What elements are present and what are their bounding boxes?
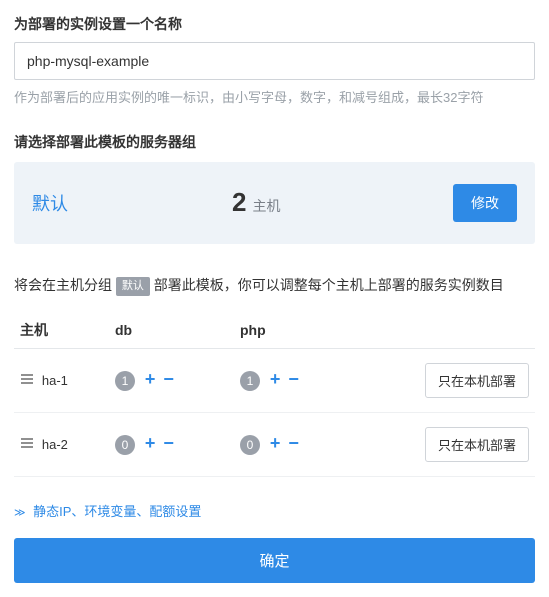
deploy-note: 将会在主机分组 默认 部署此模板，你可以调整每个主机上部署的服务实例数目 [14, 274, 535, 297]
db-decrement[interactable]: − [163, 434, 174, 452]
db-count: 1 [115, 371, 135, 391]
deploy-table: 主机 db php ha-1 1 + − 1 [14, 310, 535, 477]
deploy-note-before: 将会在主机分组 [14, 277, 116, 293]
advanced-settings-toggle[interactable]: ≫ 静态IP、环境变量、配额设置 [14, 501, 201, 520]
php-decrement[interactable]: − [288, 434, 299, 452]
table-row: ha-2 0 + − 0 + − 只在本机部署 [14, 413, 535, 477]
db-decrement[interactable]: − [163, 370, 174, 388]
php-decrement[interactable]: − [288, 370, 299, 388]
advanced-settings-label: 静态IP、环境变量、配额设置 [33, 504, 201, 519]
php-count: 0 [240, 435, 260, 455]
php-stepper: + − [270, 434, 299, 452]
deploy-note-after: 部署此模板，你可以调整每个主机上部署的服务实例数目 [154, 277, 504, 293]
col-db: db [109, 310, 234, 349]
host-count-unit: 主机 [252, 196, 280, 216]
table-row: ha-1 1 + − 1 + − 只在本机部署 [14, 349, 535, 413]
server-group-host-count: 2 主机 [232, 187, 453, 218]
db-stepper: + − [145, 370, 174, 388]
php-count: 1 [240, 371, 260, 391]
host-icon [20, 436, 34, 453]
host-name: ha-2 [42, 437, 68, 452]
deploy-only-here-button[interactable]: 只在本机部署 [425, 427, 529, 462]
php-stepper: + − [270, 370, 299, 388]
server-group-default[interactable]: 默认 [32, 190, 232, 216]
php-increment[interactable]: + [270, 434, 281, 452]
instance-name-input[interactable] [14, 42, 535, 80]
deploy-only-here-button[interactable]: 只在本机部署 [425, 363, 529, 398]
host-icon [20, 372, 34, 389]
host-count-number: 2 [232, 187, 246, 218]
col-host: 主机 [14, 310, 109, 349]
server-group-label: 请选择部署此模板的服务器组 [14, 132, 535, 152]
db-stepper: + − [145, 434, 174, 452]
host-name: ha-1 [42, 373, 68, 388]
confirm-button[interactable]: 确定 [14, 538, 535, 583]
php-increment[interactable]: + [270, 370, 281, 388]
modify-button[interactable]: 修改 [453, 184, 517, 222]
instance-name-label: 为部署的实例设置一个名称 [14, 14, 535, 34]
chevron-down-icon: ≫ [14, 507, 26, 519]
deploy-note-badge: 默认 [116, 277, 150, 297]
server-group-box: 默认 2 主机 修改 [14, 162, 535, 244]
db-increment[interactable]: + [145, 370, 156, 388]
db-count: 0 [115, 435, 135, 455]
db-increment[interactable]: + [145, 434, 156, 452]
col-php: php [234, 310, 359, 349]
instance-name-help: 作为部署后的应用实例的唯一标识，由小写字母，数字，和减号组成，最长32字符 [14, 88, 535, 108]
